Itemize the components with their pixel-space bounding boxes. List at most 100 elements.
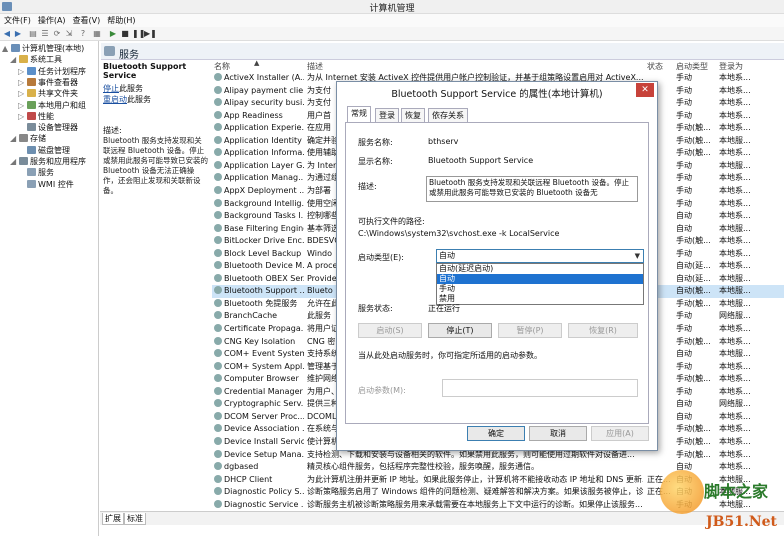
col-status[interactable]: 状态 [647,61,663,72]
cell-startup: 手动 [676,311,692,321]
start-button[interactable]: 启动(S) [358,323,422,338]
menu-view[interactable]: 查看(V) [69,14,104,26]
display-name-value: Bluetooth Support Service [428,156,534,165]
gear-icon [214,135,222,144]
tab-general[interactable]: 常规 [347,106,371,123]
cell-desc: 诊断策略服务启用了 Windows 组件的问题检测、疑难解答和解决方案。如果该服… [307,487,643,497]
cell-startup: 自动 [676,349,692,359]
tree-item[interactable]: ◢ 存储 [10,134,46,144]
startup-option[interactable]: 自动(延迟启动) [437,264,643,274]
tree-item[interactable]: ▷ 事件查看器 [18,77,78,88]
pause-icon[interactable]: ❚❚ [132,29,145,38]
start-params-input[interactable] [442,379,638,397]
help-icon[interactable]: ? [78,29,88,38]
expand-icon[interactable]: ▲ [2,44,11,54]
tab-extended[interactable]: 扩展 [102,513,124,525]
startup-option[interactable]: 自动 [437,274,643,284]
tree-item[interactable]: 设备管理器 [18,123,78,133]
cell-startup: 自动(延... [676,273,711,283]
service-name-value: bthserv [428,137,459,146]
cell-startup: 自动 [676,223,692,233]
cell-name: DHCP Client [214,474,304,487]
cell-startup: 手动 [676,85,692,95]
col-logon[interactable]: 登录为 [719,61,743,72]
startup-option[interactable]: 手动 [437,284,643,294]
startup-type-select[interactable]: 自动 ▼ [436,249,644,263]
expand-icon[interactable]: ▷ [18,67,27,77]
ok-button[interactable]: 确定 [467,426,525,441]
expand-icon[interactable]: ▷ [18,89,27,99]
cell-startup: 手动 [676,160,692,170]
expand-icon[interactable]: ▷ [18,112,27,122]
gear-icon [214,374,222,383]
restart-suffix: 此服务 [127,95,151,104]
refresh-icon[interactable]: ⟳ [52,29,62,38]
tab-logon[interactable]: 登录 [375,108,399,122]
tree-item[interactable]: ▷ 性能 [18,111,54,122]
menu-help[interactable]: 帮助(H) [103,14,138,26]
tree-item[interactable]: ◢ 系统工具 [10,55,62,65]
cell-logon: 本地服... [719,286,751,296]
play-icon[interactable]: ▶ [108,29,118,38]
tree-node-icon [27,100,36,109]
cell-startup: 手动(触... [676,424,711,434]
expand-icon[interactable]: ◢ [10,134,19,144]
expand-icon[interactable]: ◢ [10,55,19,65]
tree-item[interactable]: ◢ 服务和应用程序 [10,157,86,167]
stop-button[interactable]: 停止(T) [428,323,492,338]
expand-icon[interactable]: ▷ [18,78,27,88]
expand-icon[interactable]: ▷ [18,101,27,111]
resume-button[interactable]: 恢复(R) [568,323,638,338]
cell-name: Device Install Service [214,436,304,449]
restart-service-link[interactable]: 重启动 [103,95,127,104]
apply-button[interactable]: 应用(A) [591,426,649,441]
gear-icon [214,298,222,307]
gear-icon [214,286,222,295]
description-box[interactable]: Bluetooth 服务支持发现和关联远程 Bluetooth 设备。停止或禁用… [426,176,638,202]
tree-item[interactable]: 服务 [18,168,54,178]
stop-icon[interactable]: ■ [120,29,130,38]
detail-service-name: Bluetooth Support Service [103,62,187,80]
forward-icon[interactable]: ▶ [13,29,23,38]
cell-name: App Readiness [214,110,304,123]
cell-logon: 本地系... [719,110,751,120]
tree-item[interactable]: ▲ 计算机管理(本地) [2,44,84,54]
expand-icon[interactable]: ◢ [10,157,19,167]
pause-button[interactable]: 暂停(P) [498,323,562,338]
stop-service-link[interactable]: 停止 [103,84,119,93]
properties-icon[interactable]: ▦ [92,29,102,38]
folder-icon[interactable]: ▤ [28,29,38,38]
close-icon[interactable]: ✕ [636,83,654,97]
list-icon[interactable]: ☰ [40,29,50,38]
params-hint: 当从此处启动服务时，你可指定所适用的启动参数。 [358,351,542,360]
cell-name: Cryptographic Serv... [214,398,304,411]
tree-item[interactable]: ▷ 共享文件夹 [18,89,78,99]
export-icon[interactable]: ⇲ [64,29,74,38]
startup-type-value: 自动 [439,251,455,260]
tree-item-label: 计算机管理(本地) [22,44,85,53]
col-startup[interactable]: 启动类型 [676,61,708,72]
tree-item[interactable]: ▷ 任务计划程序 [18,66,86,77]
tree-item[interactable]: ▷ 本地用户和组 [18,100,86,111]
tree-item[interactable]: WMI 控件 [18,179,74,190]
tree-item[interactable]: 磁盘管理 [18,145,70,156]
tree-item-label: 性能 [38,111,54,121]
toolbar: ◀ ▶ ▤ ☰ ⟳ ⇲ ? ▦ ▶ ■ ❚❚ ▶❚ [0,27,784,41]
col-name[interactable]: 名称 [214,61,230,72]
chevron-down-icon: ▼ [634,252,640,260]
watermark-title: 脚本之家 [704,482,769,501]
table-row[interactable]: dgbased 精灵核心组件服务，包括程序完整性校验，服务唤醒，服务通信。 自动 本地… [212,461,784,474]
tab-recovery[interactable]: 恢复 [401,108,425,122]
cancel-button[interactable]: 取消 [529,426,587,441]
menu-action[interactable]: 操作(A) [34,14,69,26]
back-icon[interactable]: ◀ [2,29,12,38]
menu-file[interactable]: 文件(F) [0,14,34,26]
startup-option[interactable]: 禁用 [437,294,643,304]
tab-dependencies[interactable]: 依存关系 [428,108,468,122]
tree-item-label: 系统工具 [30,55,62,65]
tab-standard[interactable]: 标准 [124,513,146,525]
restart-icon[interactable]: ▶❚ [144,29,157,38]
cell-startup: 自动 [676,411,692,421]
cell-name: Bluetooth Device M... [214,260,304,273]
col-desc[interactable]: 描述 [307,61,323,72]
